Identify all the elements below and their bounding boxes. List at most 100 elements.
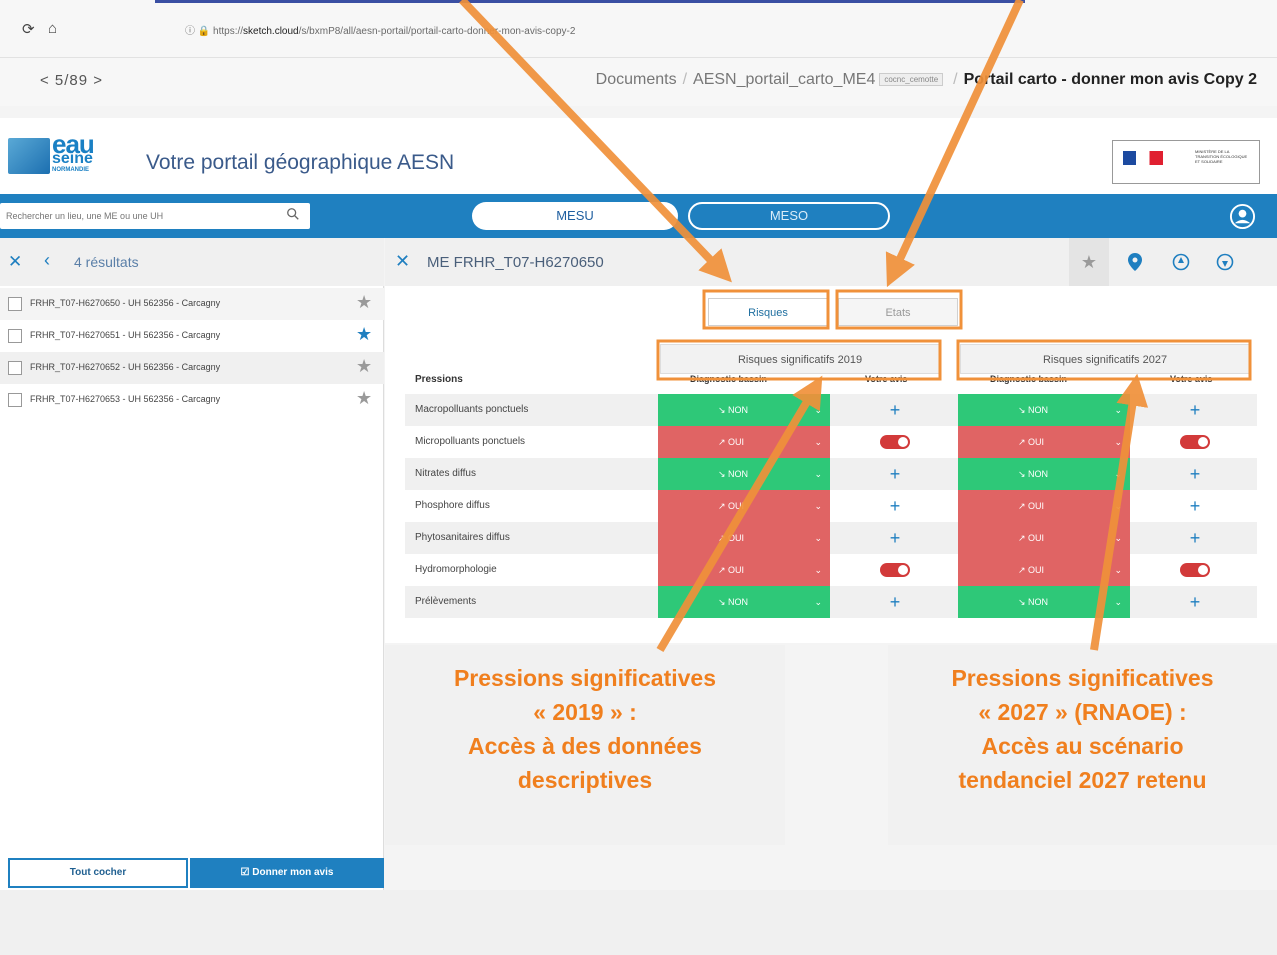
tab-etats[interactable]: Etats: [838, 298, 958, 326]
diagnostic-2027-select[interactable]: ↗ OUI ⌄: [958, 522, 1130, 554]
column-header-avis-2019: Votre avis: [865, 374, 908, 384]
result-row[interactable]: FRHR_T07-H6270650 - UH 562356 - Carcagny…: [0, 288, 384, 320]
pression-row: Phytosanitaires diffus ↗ OUI ⌄ + ↗ OUI ⌄ +: [405, 522, 1257, 554]
trend-arrow-icon: ↗: [1018, 501, 1029, 511]
add-opinion-icon[interactable]: +: [890, 464, 901, 484]
opinion-toggle[interactable]: [880, 562, 910, 577]
result-row[interactable]: FRHR_T07-H6270651 - UH 562356 - Carcagny…: [0, 320, 384, 352]
diagnostic-value: OUI: [728, 437, 745, 447]
diagnostic-value: NON: [728, 469, 749, 479]
add-opinion-icon[interactable]: +: [890, 592, 901, 612]
chevron-down-icon: ⌄: [814, 565, 822, 575]
select-all-button[interactable]: Tout cocher: [8, 858, 188, 888]
diagnostic-2027-select[interactable]: ↗ OUI ⌄: [958, 426, 1130, 458]
result-label: FRHR_T07-H6270651 - UH 562356 - Carcagny: [30, 330, 221, 340]
breadcrumb-current: Portail carto - donner mon avis Copy 2: [963, 71, 1257, 88]
back-icon[interactable]: ‹: [44, 250, 50, 271]
home-icon[interactable]: ⌂: [48, 20, 57, 37]
breadcrumb-documents[interactable]: Documents: [596, 71, 677, 88]
chevron-down-icon: ⌄: [1114, 501, 1122, 511]
diagnostic-2019-select[interactable]: ↗ OUI ⌄: [658, 522, 830, 554]
diagnostic-value: NON: [1028, 469, 1049, 479]
diagnostic-value: OUI: [728, 533, 745, 543]
map-pin-icon[interactable]: [1115, 238, 1155, 286]
favorite-star-icon[interactable]: ★: [356, 356, 372, 377]
trend-arrow-icon: ↘: [1018, 469, 1029, 479]
add-opinion-icon[interactable]: +: [1190, 592, 1201, 612]
diagnostic-2027-select[interactable]: ↗ OUI ⌄: [958, 554, 1130, 586]
pression-name: Nitrates diffus: [415, 468, 476, 479]
ministry-name: MINISTÈRE DE LA TRANSITION ÉCOLOGIQUE ET…: [1195, 149, 1248, 164]
result-row[interactable]: FRHR_T07-H6270653 - UH 562356 - Carcagny…: [0, 384, 384, 416]
result-row[interactable]: FRHR_T07-H6270652 - UH 562356 - Carcagny…: [0, 352, 384, 384]
favorite-star-icon[interactable]: ★: [356, 292, 372, 313]
group-header-2027: Risques significatifs 2027: [960, 344, 1250, 374]
favorite-star-icon[interactable]: ★: [1069, 238, 1109, 286]
search-icon[interactable]: [286, 207, 300, 221]
diagnostic-2019-select[interactable]: ↘ NON ⌄: [658, 458, 830, 490]
meso-toggle[interactable]: MESO: [688, 202, 890, 230]
chevron-down-icon: ⌄: [1114, 533, 1122, 543]
diagnostic-2019-select[interactable]: ↗ OUI ⌄: [658, 554, 830, 586]
diagnostic-2019-select[interactable]: ↘ NON ⌄: [658, 586, 830, 618]
diagnostic-2019-select[interactable]: ↗ OUI ⌄: [658, 426, 830, 458]
callout-2027-line-3: Accès au scénario: [981, 733, 1184, 759]
breadcrumb-file[interactable]: AESN_portail_carto_ME4: [693, 71, 875, 88]
footer-area: [0, 890, 1277, 955]
opinion-toggle[interactable]: [1180, 434, 1210, 449]
result-label: FRHR_T07-H6270650 - UH 562356 - Carcagny: [30, 298, 221, 308]
add-opinion-icon[interactable]: +: [1190, 528, 1201, 548]
chevron-down-icon: ⌄: [814, 597, 822, 607]
diagnostic-2027-select[interactable]: ↘ NON ⌄: [958, 586, 1130, 618]
page: ⟳ ⌂ ⓘ 🔒 https://sketch.cloud/s/bxmP8/all…: [0, 0, 1277, 955]
reload-icon[interactable]: ⟳: [22, 20, 35, 38]
result-checkbox[interactable]: [8, 297, 22, 311]
diagnostic-value: OUI: [1028, 501, 1045, 511]
chevron-down-icon: ⌄: [814, 437, 822, 447]
trend-arrow-icon: ↗: [718, 565, 729, 575]
add-opinion-icon[interactable]: +: [890, 528, 901, 548]
tab-risques[interactable]: Risques: [708, 298, 828, 326]
add-opinion-icon[interactable]: +: [1190, 400, 1201, 420]
opinion-2019-cell: +: [865, 490, 925, 522]
diagnostic-2027-select[interactable]: ↘ NON ⌄: [958, 458, 1130, 490]
flag-icon: [1123, 151, 1163, 165]
opinion-2019-cell: [865, 554, 925, 586]
opinion-toggle[interactable]: [880, 434, 910, 449]
callout-2019-line-4: descriptives: [517, 767, 653, 793]
trend-arrow-icon: ↗: [1018, 565, 1029, 575]
chevron-down-icon: ⌄: [1114, 437, 1122, 447]
add-opinion-icon[interactable]: +: [1190, 464, 1201, 484]
diagnostic-2019-select[interactable]: ↘ NON ⌄: [658, 394, 830, 426]
search-input[interactable]: [0, 203, 270, 229]
result-checkbox[interactable]: [8, 361, 22, 375]
opinion-toggle[interactable]: [1180, 562, 1210, 577]
user-account-icon[interactable]: [1229, 203, 1256, 230]
give-opinion-button[interactable]: ☑ Donner mon avis: [190, 858, 384, 888]
favorite-star-icon[interactable]: ★: [356, 324, 372, 345]
diagnostic-2027-select[interactable]: ↗ OUI ⌄: [958, 490, 1130, 522]
water-drop-up-icon[interactable]: [1161, 238, 1201, 286]
result-checkbox[interactable]: [8, 329, 22, 343]
close-icon[interactable]: ✕: [395, 251, 410, 272]
diagnostic-value: OUI: [728, 565, 745, 575]
column-header-diagnostic-2019: Diagnostic bassin: [690, 374, 768, 384]
detail-panel: ✕ ME FRHR_T07-H6270650 ★ Risques Etats R…: [385, 238, 1277, 643]
add-opinion-icon[interactable]: +: [890, 400, 901, 420]
mesu-toggle[interactable]: MESU: [472, 202, 678, 230]
diagnostic-2019-select[interactable]: ↗ OUI ⌄: [658, 490, 830, 522]
close-icon[interactable]: ✕: [8, 252, 22, 272]
chevron-down-icon: ⌄: [1114, 469, 1122, 479]
favorite-star-icon[interactable]: ★: [356, 388, 372, 409]
address-bar[interactable]: ⓘ 🔒 https://sketch.cloud/s/bxmP8/all/aes…: [185, 22, 575, 37]
result-checkbox[interactable]: [8, 393, 22, 407]
trend-arrow-icon: ↗: [718, 533, 729, 543]
results-panel: ✕ ‹ 4 résultats FRHR_T07-H6270650 - UH 5…: [0, 238, 384, 890]
diagnostic-value: OUI: [1028, 437, 1045, 447]
page-pager[interactable]: < 5/89 >: [40, 72, 103, 89]
add-opinion-icon[interactable]: +: [1190, 496, 1201, 516]
diagnostic-value: NON: [728, 405, 749, 415]
water-drop-down-icon[interactable]: [1205, 238, 1245, 286]
diagnostic-2027-select[interactable]: ↘ NON ⌄: [958, 394, 1130, 426]
add-opinion-icon[interactable]: +: [890, 496, 901, 516]
